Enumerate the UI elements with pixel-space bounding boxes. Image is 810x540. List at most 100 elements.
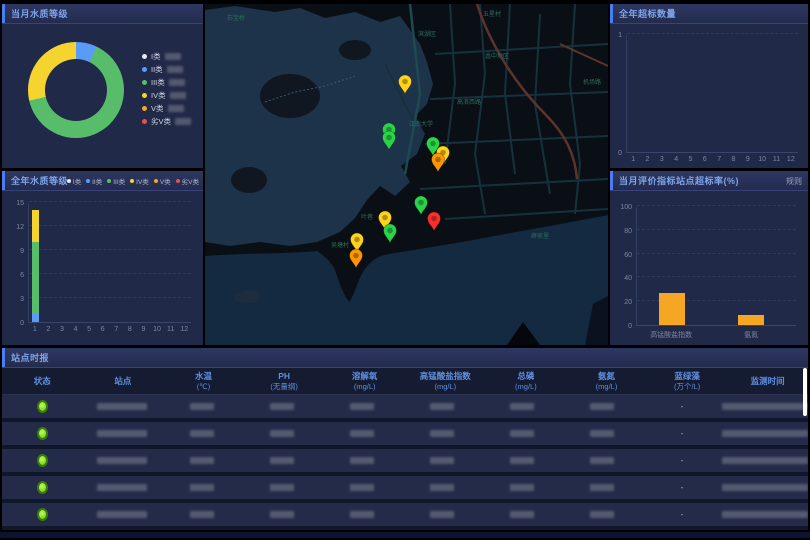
value-redacted bbox=[270, 484, 294, 491]
y-axis-tick: 0 bbox=[618, 150, 622, 157]
panel-header: 全年水质等级 I类 II类 III类 IV类 V类劣V类 bbox=[2, 171, 203, 191]
panel-title-month-quality: 当月水质等级 bbox=[11, 7, 68, 20]
map-island bbox=[231, 167, 267, 193]
panel-header: 当月水质等级 bbox=[2, 4, 203, 24]
legend-item[interactable]: II类 bbox=[86, 176, 102, 186]
algae-cell: - bbox=[642, 456, 722, 465]
time-redacted bbox=[722, 457, 808, 464]
legend-item[interactable]: IV类 bbox=[142, 89, 191, 102]
x-axis-tick: 6 bbox=[101, 326, 105, 333]
x-axis-tick: 3 bbox=[60, 326, 64, 333]
panel-title-year-exceed: 全年超标数量 bbox=[619, 7, 676, 20]
table-row[interactable]: - bbox=[2, 422, 808, 445]
column-header: 氨氮(mg/L) bbox=[566, 368, 647, 394]
panel-station-table: 站点时报 状态站点水温(℃)PH(无量纲)溶解氧(mg/L)高锰酸盐指数(mg/… bbox=[2, 348, 808, 530]
map-canvas[interactable]: 石宝桥五星村滨湖区蠡中地区高浪西路江南大学机场路叶巷吴塘村薛家里 bbox=[205, 4, 608, 345]
map-place-label: 吴塘村 bbox=[331, 241, 349, 249]
x-axis-tick: 4 bbox=[674, 156, 678, 163]
donut-chart bbox=[28, 42, 124, 138]
value-redacted bbox=[350, 430, 374, 437]
year-quality-plot bbox=[28, 203, 191, 323]
column-header-label: 监测时间 bbox=[751, 376, 785, 386]
panel-year-quality: 全年水质等级 I类II类III类IV类V类劣V类 03691215 123456… bbox=[2, 171, 203, 345]
map-panel[interactable]: 石宝桥五星村滨湖区蠡中地区高浪西路江南大学机场路叶巷吴塘村薛家里 bbox=[205, 4, 608, 345]
table-row[interactable]: - bbox=[2, 395, 808, 418]
time-cell bbox=[722, 457, 808, 464]
algae-cell: - bbox=[642, 429, 722, 438]
value-redacted bbox=[270, 457, 294, 464]
legend-item[interactable]: I类 bbox=[67, 176, 81, 186]
value-redacted bbox=[190, 430, 214, 437]
panel-title-year-quality: 全年水质等级 bbox=[11, 174, 68, 187]
legend-item[interactable]: 劣V类 bbox=[176, 176, 199, 186]
year-quality-legend: I类 II类 III类 IV类 V类劣V类 bbox=[67, 171, 199, 191]
algae-cell: - bbox=[642, 402, 722, 411]
value-cell bbox=[482, 484, 562, 491]
legend-dot bbox=[142, 106, 147, 111]
table-row[interactable]: - bbox=[2, 503, 808, 526]
rules-link[interactable]: 规则 bbox=[786, 176, 802, 187]
legend-item[interactable]: 劣V类 bbox=[142, 115, 191, 128]
gridline bbox=[627, 33, 798, 34]
table-row[interactable]: - bbox=[2, 476, 808, 499]
x-axis-tick: 2 bbox=[646, 156, 650, 163]
map-pin-center bbox=[382, 215, 388, 221]
value-redacted bbox=[430, 403, 454, 410]
y-axis-tick: 15 bbox=[16, 200, 24, 207]
legend-item[interactable]: II类 bbox=[142, 63, 191, 76]
legend-item[interactable]: I类 bbox=[142, 50, 191, 63]
legend-item[interactable]: III类 bbox=[142, 76, 191, 89]
x-axis-tick: 12 bbox=[787, 156, 795, 163]
column-header: 监测时间 bbox=[727, 368, 808, 394]
value-redacted bbox=[350, 484, 374, 491]
column-header-unit: (无量纲) bbox=[270, 382, 298, 391]
value-redacted bbox=[510, 511, 534, 518]
value-cell bbox=[242, 511, 322, 518]
x-axis-tick: 10 bbox=[153, 326, 161, 333]
time-redacted bbox=[722, 430, 808, 437]
value-redacted bbox=[270, 430, 294, 437]
y-axis-tick: 1 bbox=[618, 32, 622, 39]
table-row[interactable]: - bbox=[2, 449, 808, 472]
y-axis-tick: 12 bbox=[16, 224, 24, 231]
value-cell bbox=[242, 403, 322, 410]
value-cell bbox=[482, 457, 562, 464]
time-cell bbox=[722, 511, 808, 518]
legend-item[interactable]: V类 bbox=[142, 102, 191, 115]
value-cell bbox=[162, 484, 242, 491]
status-dot-normal bbox=[37, 400, 48, 413]
value-redacted bbox=[510, 403, 534, 410]
scrollbar-thumb[interactable] bbox=[803, 368, 807, 416]
column-header: 溶解氧(mg/L) bbox=[324, 368, 405, 394]
time-cell bbox=[722, 484, 808, 491]
value-cell bbox=[162, 511, 242, 518]
value-redacted bbox=[350, 457, 374, 464]
x-axis-tick: 9 bbox=[142, 326, 146, 333]
x-axis-tick: 12 bbox=[180, 326, 188, 333]
map-pin-center bbox=[354, 237, 360, 243]
legend-dot bbox=[86, 179, 90, 183]
legend-item[interactable]: V类 bbox=[154, 176, 171, 186]
y-axis-tick: 0 bbox=[20, 320, 24, 327]
gridline bbox=[637, 253, 796, 254]
x-axis-tick: 1 bbox=[33, 326, 37, 333]
value-redacted bbox=[430, 457, 454, 464]
gridline bbox=[29, 249, 191, 250]
map-place-label: 石宝桥 bbox=[227, 14, 245, 22]
panel-header: 站点时报 bbox=[2, 348, 808, 368]
column-header: 高锰酸盐指数(mg/L) bbox=[405, 368, 486, 394]
legend-item[interactable]: III类 bbox=[107, 176, 125, 186]
algae-cell: - bbox=[642, 483, 722, 492]
panel-title-month-rate: 当月评价指标站点超标率(%) bbox=[619, 174, 739, 187]
legend-value-redacted bbox=[169, 79, 185, 86]
column-header-label: 蓝绿藻 bbox=[674, 371, 700, 381]
legend-label: II类 bbox=[92, 176, 102, 186]
x-axis-tick: 1 bbox=[631, 156, 635, 163]
bottom-strip bbox=[0, 532, 810, 538]
panel-year-exceed: 全年超标数量 01 123456789101112 bbox=[610, 4, 808, 168]
y-axis-tick: 40 bbox=[624, 275, 632, 282]
legend-label: I类 bbox=[151, 51, 161, 62]
x-axis-tick: 9 bbox=[746, 156, 750, 163]
column-header-label: 高锰酸盐指数 bbox=[420, 371, 471, 381]
legend-item[interactable]: IV类 bbox=[130, 176, 149, 186]
